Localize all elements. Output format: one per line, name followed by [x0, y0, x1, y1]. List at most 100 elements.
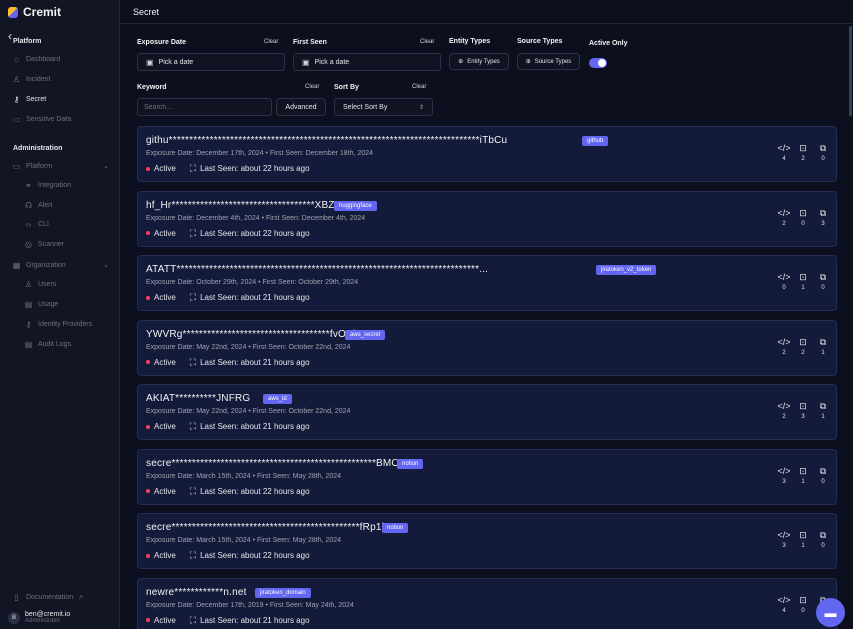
advanced-button[interactable]: Advanced [276, 98, 326, 116]
sidebar-item-users[interactable]: ♙ Users [24, 277, 114, 291]
secret-card[interactable]: secre***********************************… [137, 448, 837, 505]
sidebar-item-identity-providers[interactable]: ⚷ Identity Providers [24, 317, 114, 331]
sidebar-item-label: Platform [26, 162, 53, 170]
first-seen-placeholder: Pick a date [314, 58, 350, 66]
exposure-date: Exposure Date: October 29th, 2024 [146, 279, 257, 286]
documentation-link[interactable]: ▯ Documentation ↗ [12, 590, 112, 604]
secret-value: hf_Hr***********************************… [146, 199, 349, 211]
sidebar-item-scanner[interactable]: ◎ Scanner [24, 237, 114, 251]
secret-card[interactable]: githu***********************************… [137, 126, 837, 182]
terminal-count[interactable]: ⊡ 1 [795, 272, 811, 291]
code-count[interactable]: </> 0 [776, 272, 792, 291]
sidebar-item-dashboard[interactable]: ⌂ Dashboard [12, 52, 112, 66]
secret-type-tag: aws_secret [345, 329, 386, 340]
sidebar-item-label: Integration [38, 181, 72, 189]
code-count[interactable]: </> 3 [776, 466, 792, 485]
terminal-count[interactable]: ⊡ 0 [795, 208, 811, 227]
sidebar-item-cli[interactable]: ‹› CLI [24, 217, 114, 231]
exposure-date-picker[interactable]: ▣ Pick a date [137, 53, 285, 71]
secret-meta: Exposure Date: December 4th, 2024 • Firs… [146, 214, 366, 222]
sidebar-item-label: Identity Providers [38, 320, 93, 328]
active-dot-icon [146, 489, 150, 493]
assets-count[interactable]: ⧉ 1 [815, 401, 831, 420]
secret-value: YWVRg***********************************… [146, 328, 356, 340]
exposure-date-clear-button[interactable]: Clear [264, 39, 278, 45]
terminal-icon: ⊡ [799, 336, 807, 347]
secret-card[interactable]: newre************n.net jiratoken_domain … [137, 577, 837, 629]
secret-status: Active ⛶ Last Seen: about 21 hours ago [146, 292, 310, 303]
sidebar-item-sensitive-data[interactable]: ▭ Sensitive Data [12, 112, 112, 126]
secret-card[interactable]: YWVRg***********************************… [137, 319, 837, 376]
sort-by-clear-button[interactable]: Clear [412, 84, 426, 90]
active-dot-icon [146, 295, 150, 300]
first-seen-picker[interactable]: ▣ Pick a date [293, 53, 441, 71]
assets-count[interactable]: ⧉0 [815, 466, 831, 485]
scrollbar[interactable] [849, 26, 852, 116]
sidebar-item-audit-logs[interactable]: ▤ Audit Logs [24, 337, 114, 351]
brand[interactable]: Cremit [0, 0, 119, 24]
assets-count[interactable]: ⧉0 [815, 272, 831, 291]
code-count[interactable]: </> 2 [776, 337, 792, 356]
first-seen-label: First Seen [293, 39, 327, 46]
last-seen: Last Seen: about 22 hours ago [200, 551, 310, 560]
terminal-icon: ⊡ [799, 143, 807, 153]
terminal-count[interactable]: ⊡ 2 [795, 337, 811, 356]
code-count[interactable]: </> 3 [776, 530, 792, 549]
sidebar-item-incident[interactable]: ♙ Incident [12, 72, 112, 86]
secret-card[interactable]: hf_Hr***********************************… [137, 190, 837, 247]
assets-count[interactable]: ⧉ 1 [815, 337, 831, 356]
first-seen-date: First Seen: December 18th, 2024 [269, 150, 373, 157]
terminal-count[interactable]: ⊡ 1 [795, 530, 811, 549]
active-dot-icon [146, 166, 150, 171]
secret-card[interactable]: ATATT***********************************… [137, 255, 837, 311]
monitor-icon: ▭ [12, 161, 21, 171]
chat-support-button[interactable]: ▬ [816, 598, 845, 627]
boxes-icon: ⧉ [819, 143, 827, 153]
user-icon: ♙ [24, 279, 33, 289]
entity-types-button[interactable]: ⊕ Entity Types [449, 53, 509, 70]
sidebar-item-platform[interactable]: ▭ Platform ⌄ [12, 159, 112, 173]
terminal-icon: ⊡ [799, 530, 807, 540]
sidebar-item-organization[interactable]: ▦ Organization ⌄ [12, 258, 112, 272]
assets-count[interactable]: ⧉ 3 [815, 208, 831, 227]
secret-card[interactable]: secre***********************************… [137, 513, 837, 569]
first-seen-clear-button[interactable]: Clear [420, 39, 434, 45]
last-seen: Last Seen: about 22 hours ago [200, 228, 310, 238]
page-title: Secret [133, 6, 160, 17]
exposure-date: Exposure Date: December 17th, 2024 [146, 150, 264, 157]
terminal-count-value: 0 [801, 220, 805, 227]
bell-icon: ♙ [12, 74, 21, 84]
user-menu[interactable]: B ben@cremit.io Administrator [8, 611, 70, 624]
code-count[interactable]: </> 4 [776, 143, 792, 162]
secret-card[interactable]: AKIAT**********JNFRG aws_id Exposure Dat… [137, 384, 837, 440]
sidebar-item-alert[interactable]: ☊ Alert [24, 198, 114, 212]
code-count[interactable]: </> 4 [776, 595, 792, 614]
sort-by-select[interactable]: Select Sort By ⇕ [334, 98, 433, 116]
assets-count[interactable]: ⧉0 [815, 530, 831, 549]
code-count-value: 2 [782, 220, 786, 227]
keyword-clear-button[interactable]: Clear [305, 84, 319, 90]
terminal-count[interactable]: ⊡ 1 [795, 466, 811, 485]
alert-icon: ☊ [24, 200, 33, 210]
source-types-button[interactable]: ⊕ Source Types [517, 53, 580, 70]
eye-off-icon: ⛶ [189, 614, 197, 625]
sidebar-item-label: Users [38, 280, 57, 288]
assets-count[interactable]: ⧉0 [815, 143, 831, 162]
assets-count-value: 0 [821, 543, 825, 549]
active-only-toggle[interactable] [589, 58, 607, 68]
terminal-count[interactable]: ⊡ 2 [795, 143, 811, 162]
exposure-date: Exposure Date: May 22nd, 2024 [146, 408, 247, 415]
code-count[interactable]: </> 2 [776, 208, 792, 227]
sidebar-item-usage[interactable]: ▤ Usage [24, 297, 114, 311]
exposure-date-label: Exposure Date [137, 39, 187, 46]
active-dot-icon [146, 231, 150, 235]
keyword-search-input[interactable]: Search... [137, 98, 272, 116]
plus-circle-icon: ⊕ [525, 59, 531, 65]
code-count[interactable]: </> 2 [776, 401, 792, 420]
active-dot-icon [146, 424, 150, 429]
code-icon: ‹› [25, 219, 32, 229]
terminal-count[interactable]: ⊡ 3 [795, 401, 811, 420]
terminal-count[interactable]: ⊡ 0 [795, 595, 811, 614]
sidebar-item-integration[interactable]: ⚭ Integration [24, 178, 114, 192]
sidebar-item-secret[interactable]: ⚷ Secret [12, 92, 112, 106]
